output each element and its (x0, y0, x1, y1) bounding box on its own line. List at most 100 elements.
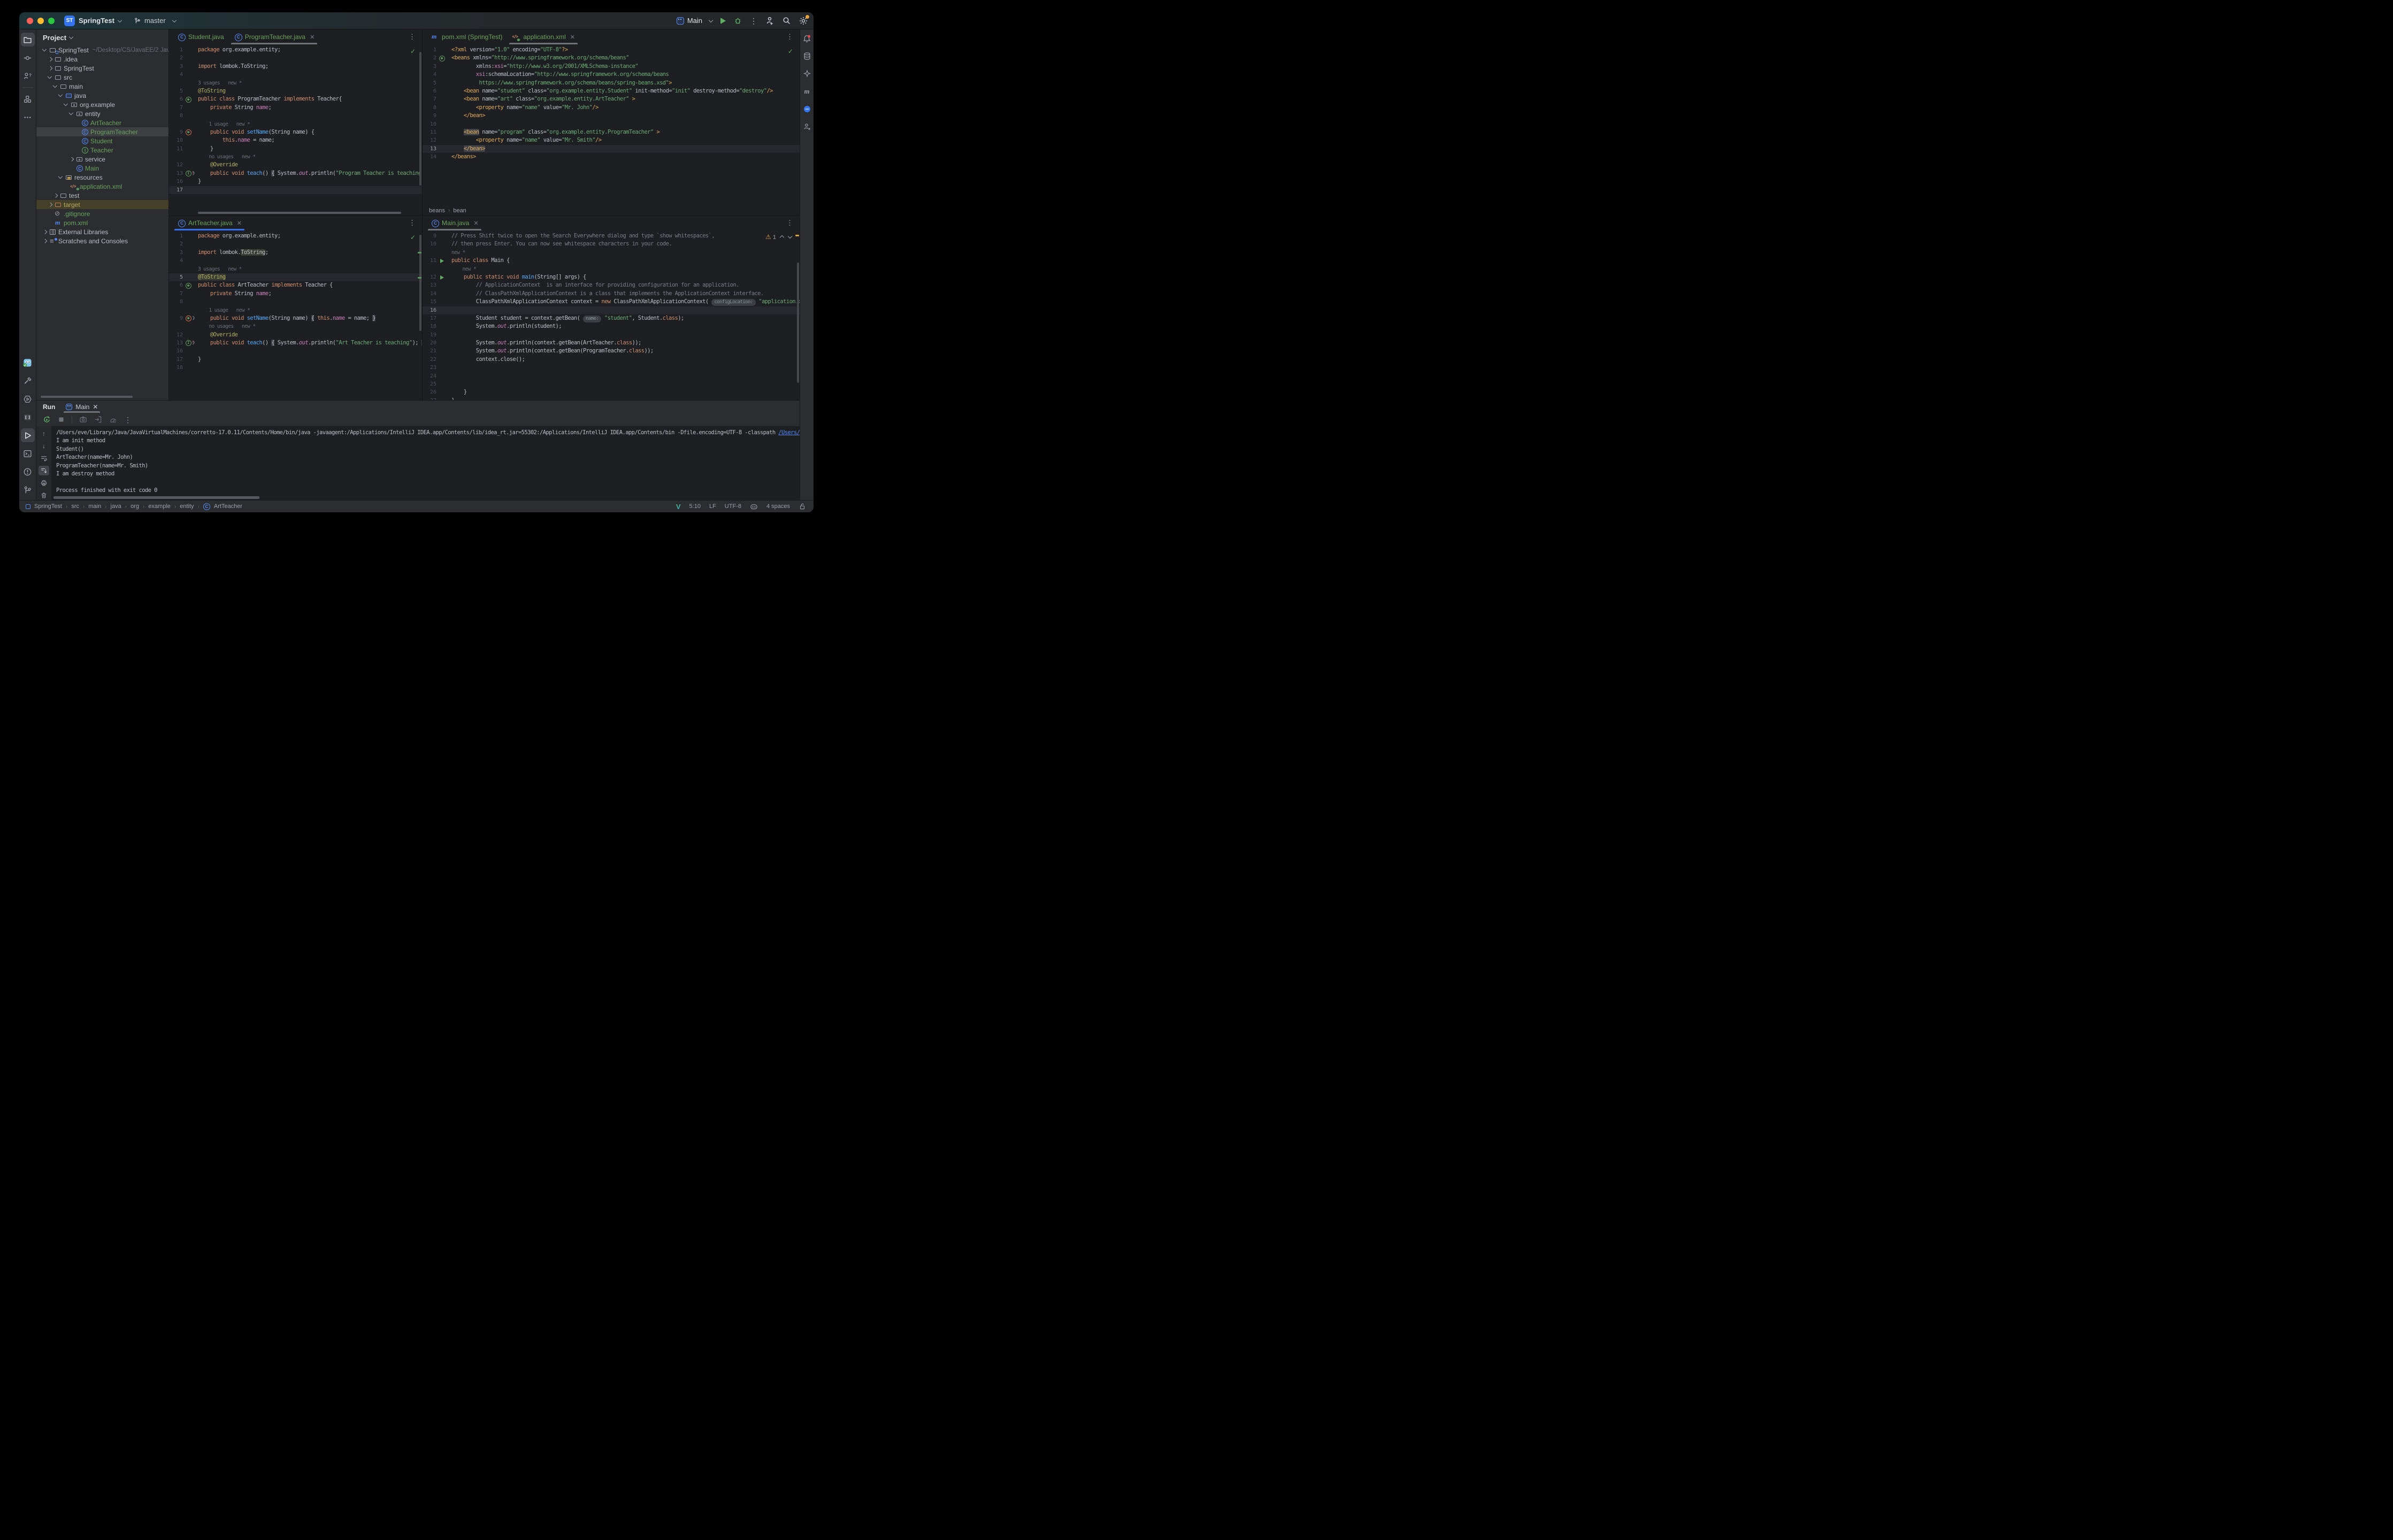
code-line[interactable]: 7 <bean name="art" class="org.example.en… (423, 95, 800, 103)
code-line[interactable]: 18 (169, 364, 422, 372)
problems-brackets-icon[interactable] (21, 410, 35, 424)
tree-item-target[interactable]: target (36, 200, 168, 209)
breadcrumb-item[interactable]: src (71, 503, 79, 510)
dependencies-tool-icon[interactable] (801, 121, 813, 133)
close-tab-icon[interactable]: ✕ (310, 34, 315, 41)
tree-item-java[interactable]: java (36, 91, 168, 100)
fold-icon[interactable]: ❯ (192, 339, 195, 347)
code-line[interactable]: 16} (169, 178, 422, 186)
breadcrumb-item[interactable]: main (88, 503, 101, 510)
code-line[interactable]: 5@ToString (169, 87, 422, 95)
search-everywhere-icon[interactable] (782, 16, 791, 25)
gutter-bean-icon[interactable] (186, 283, 191, 289)
tree-item-entity[interactable]: entity (36, 109, 168, 118)
code-line[interactable]: 15 ClassPathXmlApplicationContext contex… (423, 298, 800, 306)
console-horizontal-scrollbar[interactable] (53, 496, 259, 499)
services-tool-icon[interactable] (21, 392, 35, 406)
code-line[interactable]: 26 } (423, 388, 800, 396)
code-line[interactable]: 9// Press Shift twice to open the Search… (423, 232, 800, 240)
breadcrumb-item[interactable]: java (111, 503, 121, 510)
code-line[interactable]: 1package org.example.entity; (169, 232, 422, 240)
run-more-options-kebab[interactable]: ⋮ (124, 416, 132, 424)
code-line[interactable]: 13❯ public void teach() { System.out.pri… (169, 339, 422, 347)
thread-dump-camera-icon[interactable] (79, 415, 87, 424)
code-line[interactable]: 14 // ClassPathXmlApplicationContext is … (423, 290, 800, 298)
inspections-ok-icon[interactable]: ✓ (410, 234, 416, 241)
notifications-bell-icon[interactable] (801, 33, 813, 44)
editor-tab[interactable]: pom.xml (SpringTest) (426, 29, 507, 44)
next-problem-icon[interactable] (788, 235, 792, 239)
tab-options-kebab-icon[interactable]: ⋮ (402, 33, 422, 41)
tree-item-main[interactable]: main (36, 82, 168, 91)
build-tool-icon[interactable] (21, 374, 35, 388)
code-line[interactable]: 9 </bean> (423, 112, 800, 120)
code-line[interactable]: 1<?xml version="1.0" encoding="UTF-8"?> (423, 46, 800, 54)
code-with-me-icon[interactable] (765, 16, 774, 26)
indent-setting[interactable]: 4 spaces (766, 503, 790, 510)
code-line[interactable]: 3 usages new * (169, 265, 422, 273)
inspections-ok-icon[interactable]: ✓ (410, 48, 416, 55)
scroll-up-icon[interactable]: ↑ (39, 429, 49, 438)
chevron-right-icon[interactable] (51, 191, 59, 199)
code-line[interactable]: 1 usage new * (169, 306, 422, 314)
tree-item-programteacher[interactable]: ProgramTeacher (36, 127, 168, 136)
breadcrumb-file[interactable]: ArtTeacher (214, 503, 242, 510)
code-line[interactable]: 3 usages new * (169, 79, 422, 87)
tree-item-scratches-and-consoles[interactable]: Scratches and Consoles (36, 236, 168, 245)
code-line[interactable]: 1package org.example.entity; (169, 46, 422, 54)
code-line[interactable]: 8 (169, 298, 422, 306)
branch-selector[interactable]: master (134, 17, 177, 25)
terminal-tool-icon[interactable] (21, 446, 35, 460)
lock-icon[interactable] (799, 503, 806, 510)
code-line[interactable]: 13❯ public void teach() { System.out.pri… (169, 170, 422, 178)
git-tool-icon[interactable] (21, 483, 35, 497)
file-encoding[interactable]: UTF-8 (725, 503, 741, 510)
more-actions-menu[interactable]: ⋮ (750, 17, 757, 25)
tree-item-artteacher[interactable]: ArtTeacher (36, 118, 168, 127)
chevron-down-icon[interactable] (41, 46, 49, 54)
breadcrumb-item[interactable]: beans (429, 207, 445, 214)
restore-layout-icon[interactable] (94, 415, 102, 424)
pull-requests-tool-icon[interactable]: ? (21, 69, 35, 83)
tab-options-kebab-icon[interactable]: ⋮ (780, 33, 800, 41)
gutter-prop-icon[interactable] (186, 129, 191, 135)
chevron-right-icon[interactable] (41, 228, 49, 236)
run-button[interactable] (720, 18, 726, 24)
code-line[interactable]: 11 <bean name="program" class="org.examp… (423, 128, 800, 136)
editor-scrollbar[interactable] (419, 52, 421, 186)
code-line[interactable]: 5@ToString (169, 273, 422, 281)
tree-item-test[interactable]: test (36, 191, 168, 200)
code-line[interactable]: 7 private String name; (169, 290, 422, 298)
code-line[interactable]: 9 public void setName(String name) { (169, 128, 422, 136)
code-line[interactable]: 20 System.out.println(context.getBean(Ar… (423, 339, 800, 347)
tab-options-kebab-icon[interactable]: ⋮ (780, 219, 800, 227)
chevron-right-icon[interactable] (46, 55, 54, 63)
editor-tab[interactable]: ArtTeacher.java✕ (172, 215, 247, 230)
tree-item-teacher[interactable]: Teacher (36, 145, 168, 155)
line-separator[interactable]: LF (709, 503, 716, 510)
tree-item-student[interactable]: Student (36, 136, 168, 145)
code-line[interactable]: 6public class ProgramTeacher implements … (169, 95, 422, 103)
code-line[interactable]: 11 } (169, 145, 422, 153)
zoom-window-button[interactable] (48, 18, 55, 24)
breadcrumb-item[interactable]: SpringTest (34, 503, 62, 510)
code-line[interactable]: 19 (423, 331, 800, 339)
close-window-button[interactable] (27, 18, 33, 24)
more-tools-icon[interactable] (21, 110, 35, 124)
chevron-right-icon[interactable] (41, 237, 49, 245)
close-tab-icon[interactable]: ✕ (473, 220, 478, 227)
chevron-down-icon[interactable] (57, 173, 65, 181)
prev-problem-icon[interactable] (780, 235, 784, 239)
code-line[interactable]: 10// then press Enter. You can now see w… (423, 240, 800, 248)
code-line[interactable]: 3 xmlns:xsi="http://www.w3.org/2001/XMLS… (423, 63, 800, 71)
scroll-down-icon[interactable]: ↓ (39, 441, 49, 451)
code-line[interactable]: 13 // ApplicationContext is an interface… (423, 281, 800, 289)
code-line[interactable]: 13 </bean> (423, 145, 800, 153)
editor-tab[interactable]: Student.java (172, 29, 229, 44)
tree-item--idea[interactable]: .idea (36, 55, 168, 64)
gutter-bean-icon[interactable] (186, 97, 191, 103)
chevron-down-icon[interactable] (51, 82, 59, 90)
run-line-icon[interactable] (440, 275, 446, 280)
scroll-to-end-icon[interactable] (39, 466, 49, 475)
commit-tool-icon[interactable] (21, 51, 35, 65)
